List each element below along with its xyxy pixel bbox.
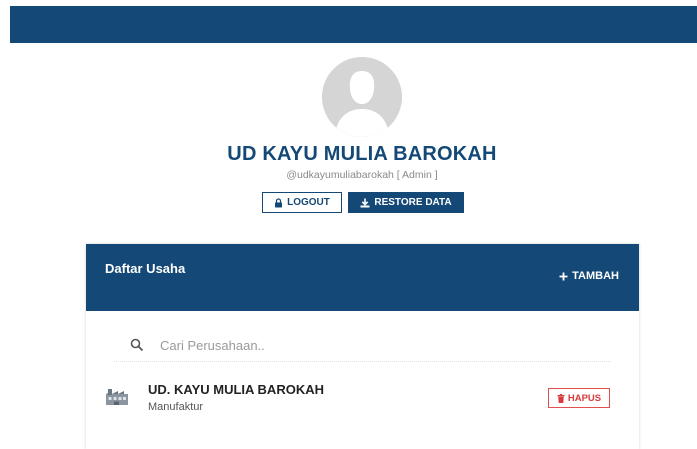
business-name: UD. KAYU MULIA BAROKAH <box>148 382 324 397</box>
business-list-panel: Daftar Usaha TAMBAH UD. KAYU M <box>86 244 639 449</box>
factory-icon <box>106 389 128 405</box>
restore-data-label: RESTORE DATA <box>374 197 452 208</box>
search-icon <box>130 338 144 352</box>
add-business-button[interactable]: TAMBAH <box>559 270 619 282</box>
add-business-label: TAMBAH <box>572 270 619 282</box>
avatar <box>322 57 402 137</box>
panel-header: Daftar Usaha TAMBAH <box>86 244 639 311</box>
user-avatar-icon <box>322 57 402 137</box>
lock-icon <box>275 197 283 207</box>
delete-business-button[interactable]: HAPUS <box>548 388 610 408</box>
top-navbar <box>10 6 697 43</box>
restore-data-button[interactable]: RESTORE DATA <box>348 192 464 213</box>
delete-label: HAPUS <box>567 392 602 404</box>
search-input[interactable] <box>160 334 580 356</box>
panel-title: Daftar Usaha <box>105 261 186 276</box>
trash-icon <box>557 393 565 403</box>
search-bar <box>114 328 611 362</box>
logout-button[interactable]: LOGOUT <box>262 192 342 213</box>
company-name: UD KAYU MULIA BAROKAH <box>227 143 497 165</box>
business-type: Manufaktur <box>148 401 204 413</box>
logout-label: LOGOUT <box>287 197 330 208</box>
plus-icon <box>559 272 568 280</box>
download-icon <box>360 198 370 207</box>
list-item[interactable]: UD. KAYU MULIA BAROKAH Manufaktur HAPUS <box>86 372 639 420</box>
username-label: @udkayumuliabarokah [ Admin ] <box>286 169 438 181</box>
